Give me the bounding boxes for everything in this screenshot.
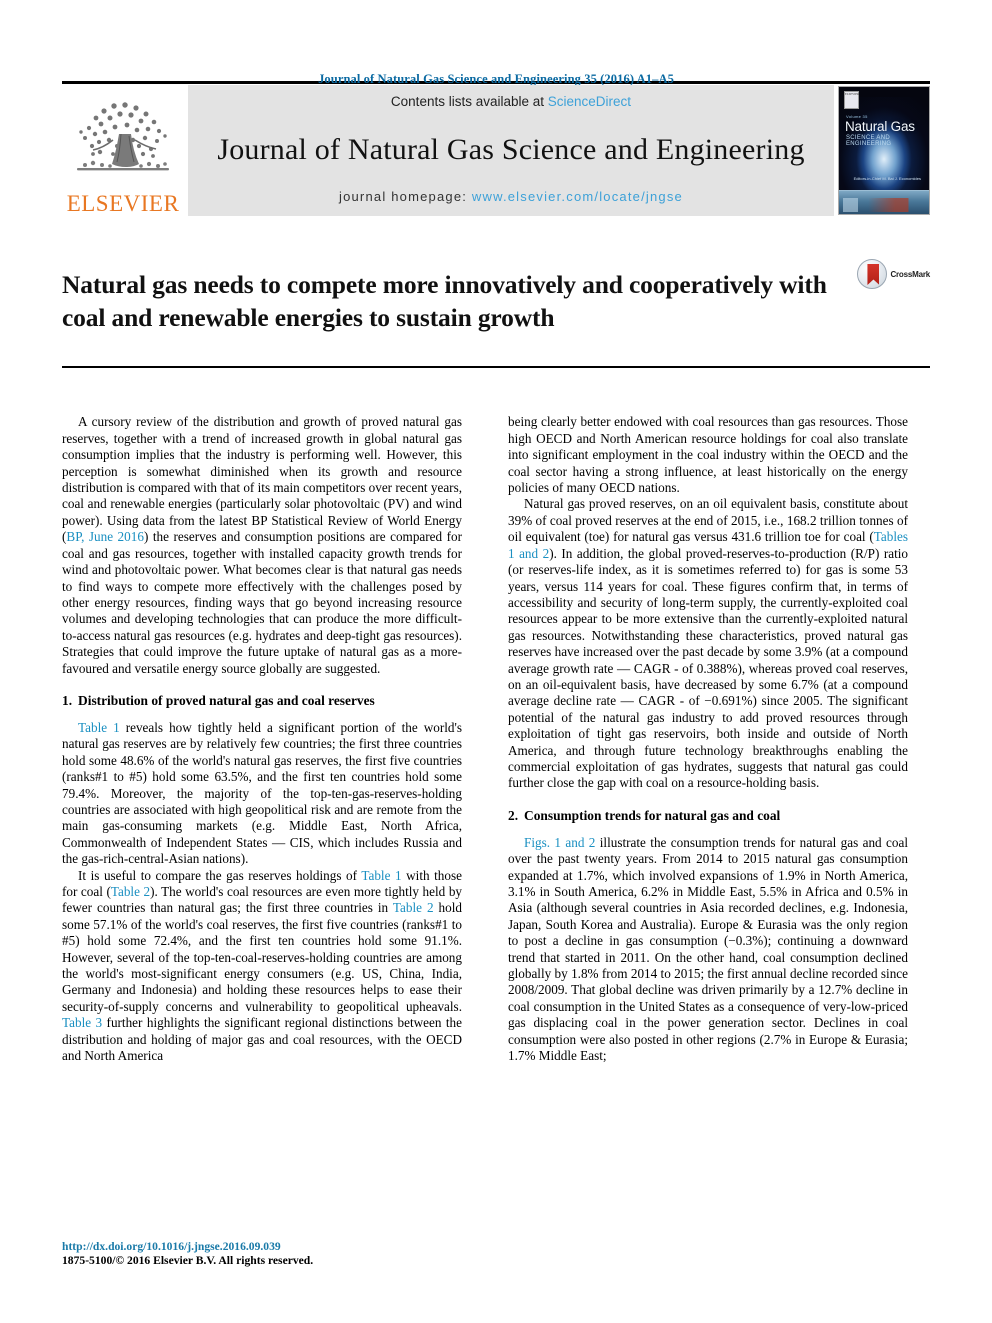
section1-p1-text: reveals how tightly held a significant p… [62, 719, 462, 867]
cover-editors: Editors-in-Chief M. Bai J. Economides [853, 176, 921, 181]
article-page: Journal of Natural Gas Science and Engin… [0, 0, 992, 1323]
table-link-1b[interactable]: Table 1 [361, 868, 401, 883]
s2p1-text: illustrate the consumption trends for na… [508, 834, 908, 1064]
section1-paragraph-1: Table 1 reveals how tightly held a signi… [62, 720, 462, 868]
section-2-title: Consumption trends for natural gas and c… [524, 807, 781, 823]
right-paragraph-1: being clearly better endowed with coal r… [508, 414, 908, 496]
body-columns: A cursory review of the distribution and… [62, 414, 930, 1064]
copyright-line: 1875-5100/© 2016 Elsevier B.V. All right… [62, 1254, 314, 1267]
cover-elsevier-mark: ELSEVIER [844, 91, 859, 109]
table-link-2b[interactable]: Table 2 [393, 900, 434, 915]
journal-title: Journal of Natural Gas Science and Engin… [217, 133, 805, 166]
journal-homepage-link[interactable]: www.elsevier.com/locate/jngse [472, 189, 683, 204]
table-link-1a[interactable]: Table 1 [78, 720, 120, 735]
elsevier-tree-icon [69, 94, 177, 194]
journal-cover-image[interactable]: ELSEVIER Volume 35 Natural Gas SCIENCE A… [838, 86, 930, 215]
left-column: A cursory review of the distribution and… [62, 414, 462, 1064]
article-footer: http://dx.doi.org/10.1016/j.jngse.2016.0… [62, 1240, 462, 1268]
elsevier-wordmark: ELSEVIER [66, 191, 180, 216]
journal-homepage-line: journal homepage: www.elsevier.com/locat… [339, 189, 683, 204]
table-link-3[interactable]: Table 3 [62, 1015, 102, 1030]
section-heading-1: 1. Distribution of proved natural gas and… [62, 693, 462, 709]
section-2-number: 2. [508, 807, 519, 823]
section-1-number: 1. [62, 692, 73, 708]
rp2-text-1: Natural gas proved reserves, on an oil e… [508, 496, 908, 545]
figs-link-1-and-2[interactable]: Figs. 1 and 2 [524, 835, 595, 850]
rp2-text-2: ). In addition, the global proved-reserv… [508, 545, 908, 791]
rp1-text: being clearly better endowed with coal r… [508, 414, 908, 496]
cover-subtitle: SCIENCE AND ENGINEERING [846, 135, 892, 147]
right-column: being clearly better endowed with coal r… [508, 414, 908, 1064]
reference-link-bp-2016[interactable]: BP, June 2016 [66, 529, 144, 544]
section1-paragraph-2: It is useful to compare the gas reserves… [62, 868, 462, 1065]
section2-paragraph-1: Figs. 1 and 2 illustrate the consumption… [508, 835, 908, 1065]
doi-link[interactable]: http://dx.doi.org/10.1016/j.jngse.2016.0… [62, 1240, 462, 1254]
section-heading-2: 2. Consumption trends for natural gas and… [508, 808, 908, 824]
abstract-text-2: ) the reserves and consumption positions… [62, 529, 462, 676]
sciencedirect-link[interactable]: ScienceDirect [548, 94, 631, 109]
contents-prefix: Contents lists available at [390, 94, 545, 109]
table-link-2a[interactable]: Table 2 [111, 884, 150, 899]
page-title: Natural gas needs to compete more innova… [62, 270, 827, 333]
crossmark-label: CrossMark [890, 269, 930, 279]
s1p2-text-5: further highlights the significant regio… [62, 1015, 462, 1064]
title-bottom-rule [62, 366, 930, 369]
cover-bottom-strip [839, 190, 929, 214]
contents-list-line: Contents lists available at ScienceDirec… [391, 94, 631, 109]
s1p2-text-4: hold some 57.1% of the world's coal rese… [62, 900, 462, 1014]
homepage-prefix: journal homepage: [338, 189, 468, 204]
s1p2-text-1: It is useful to compare the gas reserves… [78, 867, 362, 883]
crossmark-icon [857, 259, 888, 289]
cover-title: Natural Gas [845, 119, 915, 134]
elsevier-logo[interactable]: ELSEVIER [62, 84, 184, 217]
abstract-text-1: A cursory review of the distribution and… [62, 414, 462, 545]
crossmark-badge[interactable]: CrossMark [857, 251, 930, 289]
masthead-center-panel: Contents lists available at ScienceDirec… [188, 85, 834, 216]
right-paragraph-2: Natural gas proved reserves, on an oil e… [508, 496, 908, 791]
running-head: Journal of Natural Gas Science and Engin… [318, 72, 674, 86]
journal-masthead: ELSEVIER Contents lists available at Sci… [62, 84, 930, 217]
article-title-zone: Natural gas needs to compete more innova… [62, 251, 930, 351]
section-1-title: Distribution of proved natural gas and c… [78, 692, 375, 708]
abstract-paragraph: A cursory review of the distribution and… [62, 414, 462, 677]
